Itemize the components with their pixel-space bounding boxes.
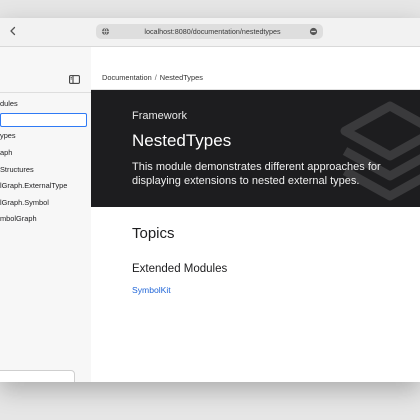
topic-group-heading: Extended Modules: [132, 263, 228, 275]
sidebar-toggle-icon[interactable]: [69, 75, 80, 84]
site-settings-icon[interactable]: [309, 27, 318, 36]
sidebar-item-modules[interactable]: dules: [0, 98, 91, 110]
back-button[interactable]: [6, 24, 20, 38]
breadcrumb: Documentation / NestedTypes: [102, 73, 203, 82]
hero-banner: Framework NestedTypes This module demons…: [91, 90, 420, 207]
navigator-sidebar: dules ypes aph Structures lGraph.Externa…: [0, 47, 92, 382]
breadcrumb-current: NestedTypes: [159, 73, 203, 82]
filter-input[interactable]: [0, 370, 75, 382]
globe-icon: [101, 27, 110, 36]
main-content: Documentation / NestedTypes Framework Nest…: [91, 47, 420, 382]
breadcrumb-separator: /: [154, 73, 157, 82]
sidebar-item-symbolgraph-2[interactable]: mbolGraph: [0, 213, 91, 225]
sidebar-item-symbolgraph[interactable]: aph: [0, 147, 91, 159]
sidebar-item-externaltype[interactable]: lGraph.ExternalType: [0, 180, 91, 192]
address-bar[interactable]: localhost:8080/documentation/nestedtypes: [96, 24, 323, 39]
chevron-left-icon: [10, 26, 16, 36]
browser-window: localhost:8080/documentation/nestedtypes…: [0, 18, 420, 382]
hero-abstract: This module demonstrates different appro…: [132, 161, 381, 187]
sidebar-divider: [0, 92, 91, 93]
browser-toolbar: localhost:8080/documentation/nestedtypes: [0, 18, 420, 47]
url-text: localhost:8080/documentation/nestedtypes: [144, 27, 281, 36]
topics-heading: Topics: [132, 225, 175, 242]
sidebar-item-types[interactable]: ypes: [0, 130, 91, 142]
sidebar-item-structures[interactable]: Structures: [0, 164, 91, 176]
sidebar-item-symbol[interactable]: lGraph.Symbol: [0, 197, 91, 209]
breadcrumb-documentation-link[interactable]: Documentation: [102, 73, 152, 82]
page-title: NestedTypes: [132, 131, 232, 150]
framework-stack-icon: [340, 101, 420, 201]
hero-eyebrow: Framework: [132, 110, 188, 122]
symbolkit-link[interactable]: SymbolKit: [132, 285, 171, 295]
sidebar-item-nestedtypes-selected[interactable]: [0, 113, 87, 127]
